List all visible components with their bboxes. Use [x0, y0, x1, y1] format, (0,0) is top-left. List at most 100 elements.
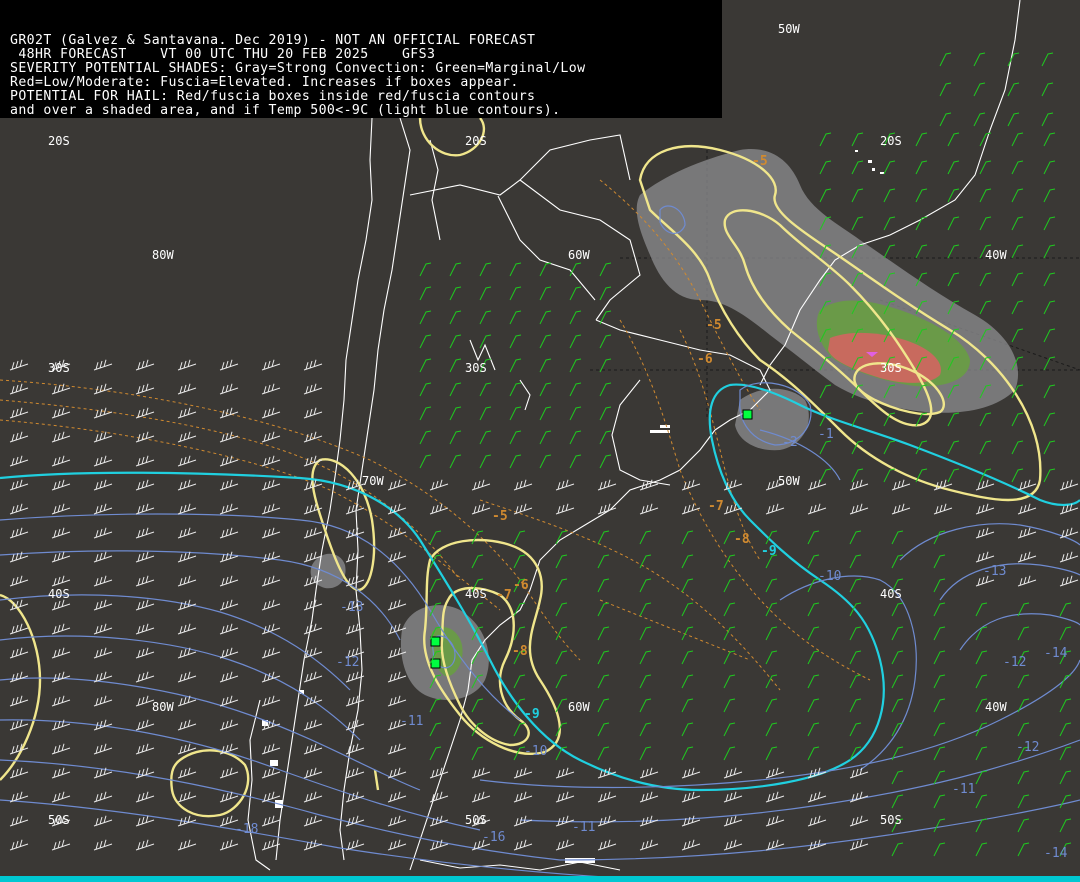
- wind-barb: [883, 216, 896, 231]
- wind-barb: [1059, 770, 1072, 785]
- wind-barb: [849, 626, 862, 641]
- wind-barb: [975, 551, 995, 563]
- wind-barb: [807, 479, 827, 491]
- wind-barb: [177, 791, 197, 803]
- wind-barb: [975, 602, 988, 617]
- wind-barb: [973, 112, 986, 127]
- wind-barb: [93, 407, 113, 419]
- wind-barb: [639, 767, 659, 779]
- wind-barb: [345, 575, 365, 587]
- wind-barb: [681, 767, 701, 779]
- wind-barb: [429, 530, 442, 545]
- wind-barb: [219, 407, 239, 419]
- wind-barb: [723, 767, 743, 779]
- contour-label-orange: -5: [752, 154, 768, 169]
- wind-barb: [513, 602, 526, 617]
- wind-barb: [135, 455, 155, 467]
- wind-barb: [513, 767, 533, 779]
- wind-barb: [1043, 272, 1056, 287]
- wind-barb: [177, 503, 197, 515]
- contour-label-blue: -12: [1003, 655, 1027, 670]
- wind-barb: [933, 554, 946, 569]
- wind-barb: [765, 674, 778, 689]
- wind-barb: [597, 530, 610, 545]
- wind-barb: [723, 839, 743, 851]
- wind-barb: [979, 412, 992, 427]
- wind-barb: [513, 839, 533, 851]
- wind-barb: [915, 244, 928, 259]
- wind-barb: [9, 671, 29, 683]
- wind-barb: [93, 815, 113, 827]
- wind-barb: [1017, 674, 1030, 689]
- wind-barb: [975, 722, 988, 737]
- wind-barb: [177, 767, 197, 779]
- wind-barb: [219, 575, 239, 587]
- wind-barb: [555, 578, 568, 593]
- wind-barb: [51, 527, 71, 539]
- wind-barb: [1059, 575, 1079, 587]
- wind-barb: [979, 216, 992, 231]
- wind-barb: [177, 383, 197, 395]
- wind-barb: [1017, 626, 1030, 641]
- wind-barb: [261, 527, 281, 539]
- wind-barb: [597, 578, 610, 593]
- wind-barb: [513, 479, 533, 491]
- wind-barb: [1011, 272, 1024, 287]
- wind-barb: [261, 647, 281, 659]
- wind-barb: [1059, 674, 1072, 689]
- wind-barb: [539, 286, 552, 301]
- wind-barb: [597, 722, 610, 737]
- wind-barb: [219, 527, 239, 539]
- grid-label-50w-top: 50W: [778, 22, 800, 36]
- wind-barb: [1043, 188, 1056, 203]
- wind-barb: [539, 430, 552, 445]
- grid-label-40w-upper: 40W: [985, 248, 1007, 262]
- wind-barb: [849, 674, 862, 689]
- wind-barb: [135, 383, 155, 395]
- wind-barb: [555, 674, 568, 689]
- wind-barb: [569, 334, 582, 349]
- wind-barb: [1043, 300, 1056, 315]
- wind-barb: [177, 599, 197, 611]
- wind-barb: [471, 791, 491, 803]
- wind-barb: [135, 815, 155, 827]
- wind-barb: [807, 530, 820, 545]
- wind-barb: [513, 554, 526, 569]
- grid-label-20s-right: 20S: [880, 134, 902, 148]
- wind-barb: [1017, 794, 1030, 809]
- wind-barb: [1007, 82, 1020, 97]
- wind-barb: [135, 479, 155, 491]
- wind-barb: [219, 479, 239, 491]
- wind-barb: [1059, 551, 1079, 563]
- wind-barb: [891, 479, 911, 491]
- grid-label-40s-right: 40S: [880, 587, 902, 601]
- wind-barb: [933, 842, 946, 857]
- wind-barb: [387, 815, 407, 827]
- wind-barb: [135, 839, 155, 851]
- wind-barb: [975, 626, 988, 641]
- wind-barb: [513, 722, 526, 737]
- wind-barb: [261, 455, 281, 467]
- wind-barb: [219, 503, 239, 515]
- wind-barb: [947, 188, 960, 203]
- wind-barb: [979, 440, 992, 455]
- wind-barb: [599, 430, 612, 445]
- wind-barb: [345, 767, 365, 779]
- wind-barb: [345, 695, 365, 707]
- wind-barb: [1041, 82, 1054, 97]
- wind-barb: [93, 503, 113, 515]
- wind-barb: [555, 650, 568, 665]
- wind-barb: [765, 650, 778, 665]
- wind-barb: [597, 815, 617, 827]
- wind-barb: [471, 767, 491, 779]
- bottom-border: [0, 876, 1080, 882]
- wind-barb: [891, 554, 904, 569]
- wind-barb: [819, 468, 832, 483]
- wind-barb: [387, 695, 407, 707]
- wind-barb: [479, 430, 492, 445]
- wind-barb: [639, 626, 652, 641]
- wind-barb: [9, 383, 29, 395]
- hail-box: [742, 409, 753, 420]
- wind-barb: [939, 82, 952, 97]
- wind-barb: [261, 407, 281, 419]
